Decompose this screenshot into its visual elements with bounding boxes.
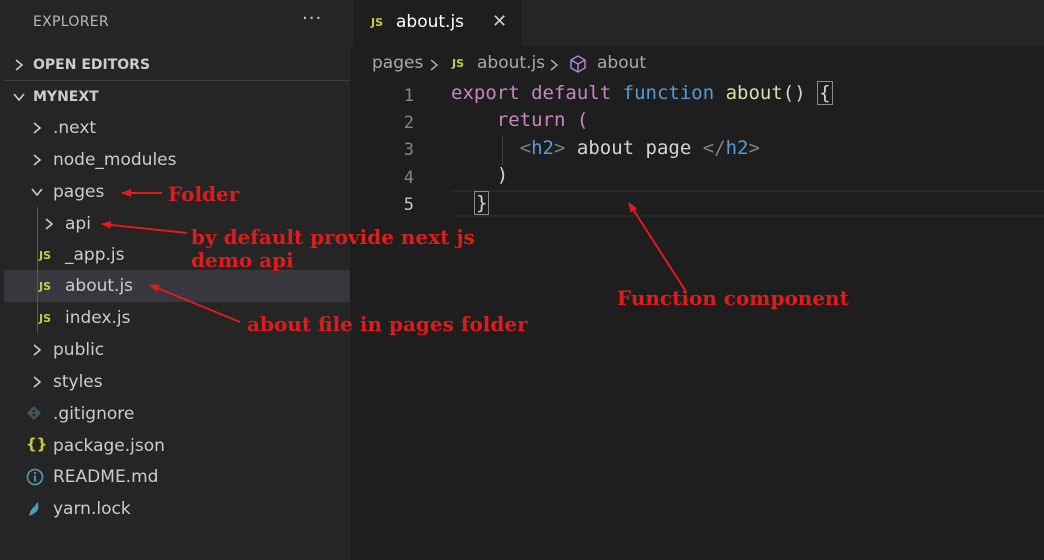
chevron-down-icon <box>13 93 25 102</box>
annotation-function-component: Function component <box>617 286 849 310</box>
line-number: 2 <box>403 113 414 133</box>
tag-name: h2 <box>725 137 749 159</box>
tree-item-label: .gitignore <box>53 404 135 424</box>
tree-item-about-js[interactable]: JS about.js <box>4 270 350 302</box>
js-file-icon: JS <box>39 312 52 325</box>
tree-item-label: public <box>53 340 105 360</box>
tree-item-label: api <box>65 214 91 234</box>
tag-lt: < <box>519 137 532 159</box>
chevron-right-icon <box>33 122 42 134</box>
keyword-export: export <box>451 82 520 104</box>
chevron-right-icon <box>33 344 42 356</box>
tree-item-label: node_modules <box>53 150 177 170</box>
tab-label: about.js <box>396 12 465 32</box>
explorer-title: EXPLORER <box>33 14 109 30</box>
current-line-highlight <box>452 190 1044 217</box>
breadcrumb-symbol[interactable]: about <box>597 53 646 73</box>
js-file-icon: JS <box>452 57 465 70</box>
section-divider <box>4 80 350 81</box>
code-line-5[interactable]: } <box>474 190 490 216</box>
function-name: about <box>725 82 783 104</box>
tree-item-label: about.js <box>65 276 134 296</box>
cube-symbol-icon <box>570 55 586 73</box>
line-number: 1 <box>403 86 414 106</box>
code-line-1[interactable]: export default function about() { <box>451 80 833 106</box>
tree-item-package-json[interactable]: {} package.json <box>4 430 350 462</box>
git-icon <box>26 405 42 421</box>
code-line-2[interactable]: return ( <box>451 107 589 133</box>
open-editors-label: OPEN EDITORS <box>33 57 151 73</box>
info-icon <box>26 468 44 486</box>
tree-item-label: yarn.lock <box>53 499 131 519</box>
annotation-about-file: about file in pages folder <box>247 312 528 336</box>
close-brace: } <box>474 191 490 215</box>
tree-item-label: styles <box>53 372 103 392</box>
tree-indent-guide <box>37 207 38 333</box>
editor-tab-bar: JS about.js ✕ <box>350 0 1044 46</box>
annotation-api-line2: demo api <box>191 248 294 272</box>
keyword-default: default <box>531 82 612 104</box>
project-label: MYNEXT <box>33 89 99 105</box>
annotation-folder: Folder <box>168 182 240 206</box>
tree-item-label: _app.js <box>65 245 125 265</box>
tag-gt: > <box>553 137 566 159</box>
line-number: 4 <box>403 168 414 188</box>
js-file-icon: JS <box>371 16 384 29</box>
chevron-right-icon <box>550 59 559 71</box>
chevron-right-icon <box>33 376 42 388</box>
js-file-icon: JS <box>39 280 52 293</box>
tree-item-styles[interactable]: styles <box>4 366 350 398</box>
close-paren: ) <box>496 164 509 186</box>
chevron-right-icon <box>15 59 24 71</box>
tag-gt: > <box>748 137 760 159</box>
tree-item-gitignore[interactable]: .gitignore <box>4 398 350 430</box>
jsx-text: about page <box>565 137 703 159</box>
explorer-header: EXPLORER ··· <box>0 0 350 46</box>
close-icon[interactable]: ✕ <box>492 11 507 32</box>
js-file-icon: JS <box>39 249 52 262</box>
tree-item-readme[interactable]: README.md <box>4 461 350 493</box>
chevron-right-icon <box>45 218 54 230</box>
yarn-icon <box>29 502 39 516</box>
tree-item-yarn-lock[interactable]: yarn.lock <box>4 493 350 525</box>
chevron-right-icon <box>33 154 42 166</box>
code-parens: () <box>782 82 818 104</box>
tree-item-label: index.js <box>65 308 131 328</box>
json-file-icon: {} <box>26 435 48 453</box>
tree-item-node-modules[interactable]: node_modules <box>4 144 350 176</box>
project-section[interactable]: MYNEXT <box>0 82 350 112</box>
tag-name: h2 <box>531 137 554 159</box>
breadcrumb-folder[interactable]: pages <box>372 53 423 73</box>
annotation-api-line1: by default provide next js <box>191 225 475 249</box>
return-statement: return ( <box>496 109 589 131</box>
code-line-3[interactable]: <h2> about page </h2> <box>451 135 760 161</box>
line-number: 3 <box>403 140 414 160</box>
tab-about-js[interactable]: JS about.js ✕ <box>354 0 522 46</box>
open-editors-section[interactable]: OPEN EDITORS <box>0 50 350 80</box>
line-number-active: 5 <box>403 195 414 215</box>
tree-item-public[interactable]: public <box>4 334 350 366</box>
chevron-right-icon <box>430 59 439 71</box>
code-line-4[interactable]: ) <box>451 162 508 188</box>
breadcrumb-file[interactable]: about.js <box>477 53 545 73</box>
tree-item-label: pages <box>53 182 105 202</box>
keyword-function: function <box>622 82 715 104</box>
tree-item-label: README.md <box>53 467 159 487</box>
open-brace: { <box>817 81 833 105</box>
tree-item-next[interactable]: .next <box>4 112 350 144</box>
explorer-sidebar: EXPLORER ··· OPEN EDITORS MYNEXT .next n… <box>0 0 350 560</box>
more-actions-icon[interactable]: ··· <box>302 10 322 28</box>
tag-close-lt: </ <box>702 137 726 159</box>
tree-item-label: package.json <box>53 436 165 456</box>
chevron-down-icon <box>31 188 43 197</box>
tree-item-label: .next <box>53 118 97 138</box>
